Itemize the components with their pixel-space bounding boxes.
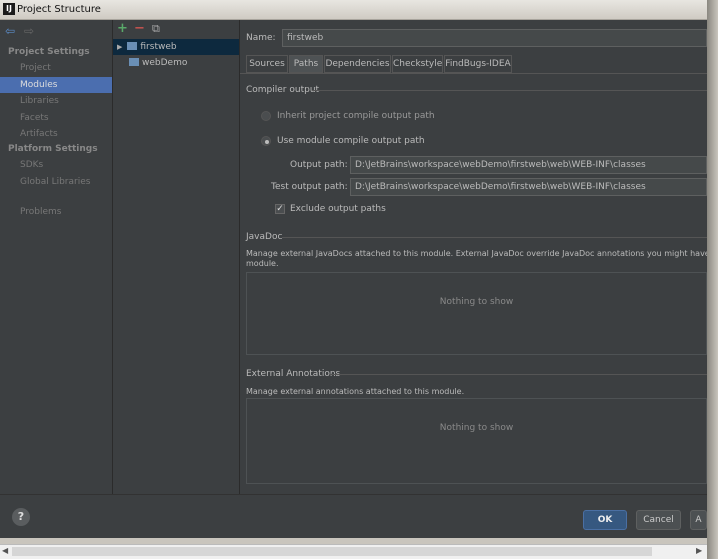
- back-arrow-icon[interactable]: ⇦: [5, 24, 15, 38]
- tab-findbugs-idea[interactable]: FindBugs-IDEA: [444, 55, 512, 73]
- help-button[interactable]: ?: [12, 508, 30, 526]
- test-output-path-input[interactable]: D:\JetBrains\workspace\webDemo\firstweb\…: [350, 178, 707, 196]
- tab-paths[interactable]: Paths: [289, 55, 323, 73]
- tab-checkstyle[interactable]: Checkstyle: [392, 55, 443, 73]
- module-folder-icon: [127, 41, 138, 50]
- section-separator: [330, 374, 707, 375]
- javadoc-list[interactable]: Nothing to show: [246, 272, 707, 355]
- section-separator: [312, 90, 707, 91]
- module-name-input[interactable]: firstweb: [282, 29, 707, 47]
- javadoc-description-line2: module.: [246, 259, 279, 268]
- external-annotations-title: External Annotations: [246, 369, 341, 379]
- external-annotations-description: Manage external annotations attached to …: [246, 387, 465, 396]
- divider: [239, 20, 240, 494]
- javadoc-title: JavaDoc: [246, 232, 283, 242]
- tab-sources[interactable]: Sources: [246, 55, 288, 73]
- tree-item-label: firstweb: [140, 42, 177, 52]
- use-module-output-label: Use module compile output path: [277, 136, 425, 146]
- add-icon[interactable]: +: [117, 21, 128, 36]
- scroll-right-icon[interactable]: ▶: [696, 546, 702, 555]
- copy-icon[interactable]: ⧉: [152, 22, 160, 36]
- inherit-output-radio[interactable]: [261, 111, 271, 121]
- scroll-left-icon[interactable]: ◀: [2, 546, 8, 555]
- use-module-output-radio[interactable]: [261, 136, 271, 146]
- ok-button[interactable]: OK: [583, 510, 627, 530]
- forward-arrow-icon[interactable]: ⇨: [24, 24, 34, 38]
- section-separator: [282, 237, 707, 238]
- nav-item-problems[interactable]: Problems: [0, 204, 112, 220]
- module-folder-icon: [129, 57, 139, 66]
- cancel-button[interactable]: Cancel: [636, 510, 681, 530]
- tree-item-firstweb[interactable]: ▶ firstweb: [113, 39, 239, 55]
- window-frame-edge: [707, 0, 718, 559]
- nav-item-facets[interactable]: Facets: [0, 110, 112, 126]
- nav-item-project[interactable]: Project: [0, 60, 112, 76]
- external-annotations-empty-text: Nothing to show: [439, 423, 514, 433]
- compiler-output-title: Compiler output: [246, 85, 320, 95]
- nav-item-modules[interactable]: Modules: [0, 77, 112, 93]
- javadoc-empty-text: Nothing to show: [439, 297, 514, 307]
- expand-arrow-icon[interactable]: ▶: [117, 43, 122, 51]
- remove-icon[interactable]: −: [134, 21, 145, 36]
- nav-item-global-libraries[interactable]: Global Libraries: [0, 174, 112, 190]
- apply-button[interactable]: A: [690, 510, 707, 530]
- module-tree: [113, 20, 239, 494]
- window-title: Project Structure: [17, 4, 101, 15]
- output-path-label: Output path:: [290, 160, 348, 170]
- inherit-output-label: Inherit project compile output path: [277, 111, 435, 121]
- external-annotations-list[interactable]: Nothing to show: [246, 398, 707, 484]
- scrollbar-thumb[interactable]: [12, 547, 652, 556]
- javadoc-description: Manage external JavaDocs attached to thi…: [246, 249, 707, 258]
- test-output-path-label: Test output path:: [271, 182, 348, 192]
- project-settings-header: Project Settings: [8, 47, 90, 57]
- output-path-input[interactable]: D:\JetBrains\workspace\webDemo\firstweb\…: [350, 156, 707, 174]
- window-title-bar[interactable]: [0, 0, 707, 20]
- nav-item-libraries[interactable]: Libraries: [0, 93, 112, 109]
- nav-item-artifacts[interactable]: Artifacts: [0, 126, 112, 142]
- tab-dependencies[interactable]: Dependencies: [324, 55, 391, 73]
- platform-settings-header: Platform Settings: [8, 144, 98, 154]
- app-icon: IJ: [3, 3, 15, 15]
- exclude-output-label: Exclude output paths: [290, 204, 386, 214]
- name-label: Name:: [246, 33, 276, 43]
- exclude-output-checkbox[interactable]: ✓: [275, 204, 285, 214]
- nav-item-sdks[interactable]: SDKs: [0, 157, 112, 173]
- tree-item-webdemo[interactable]: webDemo: [113, 55, 239, 71]
- tree-item-label: webDemo: [142, 58, 188, 68]
- tab-underline: [240, 73, 707, 74]
